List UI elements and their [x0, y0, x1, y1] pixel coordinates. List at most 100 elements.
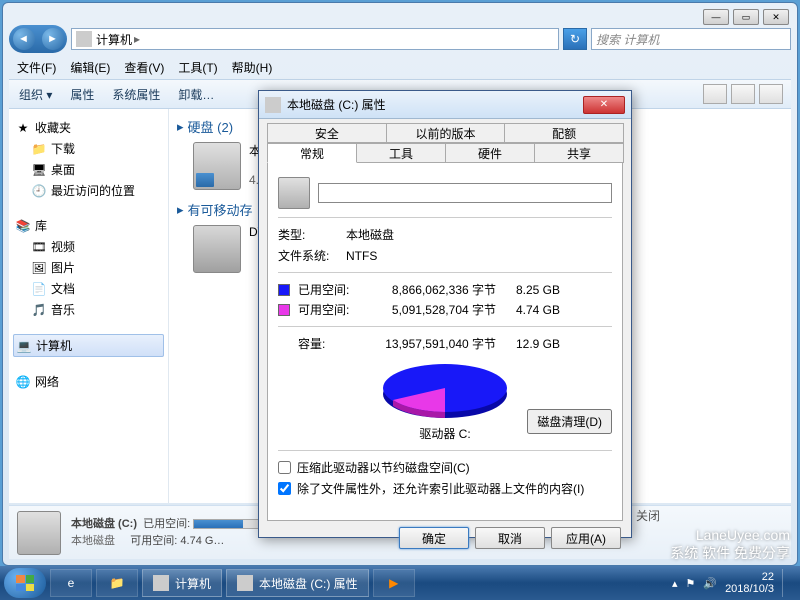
tool-sysprops[interactable]: 系统属性 — [112, 86, 160, 103]
menu-view[interactable]: 查看(V) — [124, 59, 164, 76]
search-placeholder: 搜索 计算机 — [596, 31, 659, 48]
tab-sharing[interactable]: 共享 — [534, 143, 624, 163]
free-color-swatch — [278, 304, 290, 316]
taskbar: e 📁 计算机 本地磁盘 (C:) 属性 ▶ ▴ ⚑ 🔊 22 2018/10/… — [0, 566, 800, 600]
tab-row-2: 常规 工具 硬件 共享 — [267, 143, 623, 163]
sidebar-network[interactable]: 🌐网络 — [13, 371, 164, 392]
free-gb: 4.74 GB — [504, 303, 560, 317]
sidebar-favorites[interactable]: ★收藏夹 — [13, 117, 164, 138]
computer-icon — [76, 31, 92, 47]
properties-dialog: 本地磁盘 (C:) 属性 ✕ 安全 以前的版本 配额 常规 工具 硬件 共享 类… — [258, 90, 632, 538]
tab-security[interactable]: 安全 — [267, 123, 387, 143]
disk-cleanup-button[interactable]: 磁盘清理(D) — [527, 409, 612, 434]
breadcrumb-separator: ▸ — [134, 32, 140, 46]
dialog-buttons: 确定 取消 应用(A) — [267, 521, 623, 549]
sidebar-item-music[interactable]: 🎵音乐 — [13, 299, 164, 320]
help-icon-button[interactable] — [759, 84, 783, 104]
menu-file[interactable]: 文件(F) — [17, 59, 56, 76]
menu-bar: 文件(F) 编辑(E) 查看(V) 工具(T) 帮助(H) — [9, 57, 791, 77]
sidebar-computer[interactable]: 💻计算机 — [13, 334, 164, 357]
drive-icon — [278, 177, 310, 209]
volume-label-input[interactable] — [318, 183, 612, 203]
picture-icon: 🖼 — [31, 260, 47, 276]
taskbar-item-explorer[interactable]: 计算机 — [142, 569, 222, 597]
clock-time[interactable]: 22 — [725, 571, 774, 583]
tool-uninstall[interactable]: 卸载… — [178, 86, 214, 103]
details-drive-icon — [17, 511, 61, 555]
type-label: 类型: — [278, 226, 338, 243]
start-button[interactable] — [4, 568, 46, 598]
view-mode-button[interactable] — [703, 84, 727, 104]
sidebar-item-desktop[interactable]: 🖥桌面 — [13, 159, 164, 180]
document-icon: 📄 — [31, 281, 47, 297]
preview-pane-button[interactable] — [731, 84, 755, 104]
pinned-explorer[interactable]: 📁 — [96, 569, 138, 597]
tab-quota[interactable]: 配额 — [504, 123, 624, 143]
sidebar-libraries[interactable]: 📚库 — [13, 215, 164, 236]
used-label: 已用空间: — [298, 281, 358, 298]
details-free-label: 可用空间: — [130, 535, 177, 547]
address-bar[interactable]: 计算机 ▸ — [71, 28, 559, 50]
apply-button[interactable]: 应用(A) — [551, 527, 621, 549]
sidebar-item-pictures[interactable]: 🖼图片 — [13, 257, 164, 278]
forward-button[interactable]: ► — [42, 28, 64, 50]
tool-properties[interactable]: 属性 — [70, 86, 94, 103]
pinned-ie[interactable]: e — [50, 569, 92, 597]
compress-checkbox[interactable] — [278, 461, 291, 474]
menu-edit[interactable]: 编辑(E) — [70, 59, 110, 76]
dialog-titlebar[interactable]: 本地磁盘 (C:) 属性 ✕ — [259, 91, 631, 119]
drive-icon — [237, 575, 253, 591]
ie-icon: e — [68, 576, 75, 590]
capacity-label: 容量: — [298, 335, 358, 352]
details-used-label: 已用空间: — [143, 518, 190, 530]
tab-previous-versions[interactable]: 以前的版本 — [386, 123, 506, 143]
nav-buttons: ◄ ► — [9, 25, 67, 53]
sidebar-item-recent[interactable]: 🕘最近访问的位置 — [13, 180, 164, 201]
dialog-close-button[interactable]: ✕ — [583, 96, 625, 114]
tab-tools[interactable]: 工具 — [356, 143, 446, 163]
address-row: ◄ ► 计算机 ▸ ↻ 搜索 计算机 — [9, 25, 791, 53]
library-icon: 📚 — [15, 218, 31, 234]
tab-hardware[interactable]: 硬件 — [445, 143, 535, 163]
close-button[interactable]: ✕ — [763, 9, 789, 25]
drive-icon — [193, 142, 241, 190]
volume-icon[interactable]: 🔊 — [703, 577, 717, 590]
system-tray: ▴ ⚑ 🔊 22 2018/10/3 — [672, 569, 796, 597]
network-icon: 🌐 — [15, 374, 31, 390]
dialog-title-text: 本地磁盘 (C:) 属性 — [287, 96, 386, 113]
back-button[interactable]: ◄ — [13, 28, 35, 50]
clock-date[interactable]: 2018/10/3 — [725, 583, 774, 595]
folder-icon: 📁 — [31, 141, 47, 157]
dvd-icon — [193, 225, 241, 273]
tab-general[interactable]: 常规 — [267, 143, 357, 163]
action-center-icon[interactable]: ⚑ — [685, 577, 695, 590]
sidebar-item-documents[interactable]: 📄文档 — [13, 278, 164, 299]
music-icon: 🎵 — [31, 302, 47, 318]
tool-organize[interactable]: 组织 ▾ — [19, 86, 52, 103]
sidebar-item-downloads[interactable]: 📁下载 — [13, 138, 164, 159]
free-label: 可用空间: — [298, 301, 358, 318]
watermark: LaneUyee.com 系统 软件 免费分享 — [670, 526, 790, 562]
minimize-button[interactable]: — — [703, 9, 729, 25]
menu-help[interactable]: 帮助(H) — [232, 59, 273, 76]
recent-icon: 🕘 — [31, 183, 47, 199]
search-input[interactable]: 搜索 计算机 — [591, 28, 791, 50]
menu-tools[interactable]: 工具(T) — [178, 59, 217, 76]
tray-expand-icon[interactable]: ▴ — [672, 577, 678, 590]
details-type: 本地磁盘 — [71, 535, 115, 547]
maximize-button[interactable]: ▭ — [733, 9, 759, 25]
taskbar-item-properties[interactable]: 本地磁盘 (C:) 属性 — [226, 569, 369, 597]
show-desktop-button[interactable] — [782, 569, 790, 597]
ok-button[interactable]: 确定 — [399, 527, 469, 549]
cancel-button[interactable]: 取消 — [475, 527, 545, 549]
tab-row-1: 安全 以前的版本 配额 — [267, 123, 623, 143]
fs-value: NTFS — [346, 249, 377, 263]
drive-icon — [265, 97, 281, 113]
pinned-media-player[interactable]: ▶ — [373, 569, 415, 597]
refresh-button[interactable]: ↻ — [563, 28, 587, 50]
video-icon: 🎞 — [31, 239, 47, 255]
breadcrumb-root[interactable]: 计算机 — [96, 31, 132, 48]
used-gb: 8.25 GB — [504, 283, 560, 297]
index-checkbox[interactable] — [278, 482, 291, 495]
sidebar-item-videos[interactable]: 🎞视频 — [13, 236, 164, 257]
